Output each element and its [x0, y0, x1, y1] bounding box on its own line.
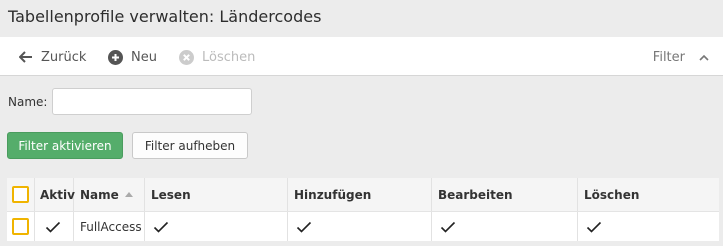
name-filter-input[interactable] — [52, 88, 252, 115]
toolbar: Zurück Neu Löschen Filter — [0, 37, 723, 76]
chevron-up-icon — [699, 54, 709, 61]
filter-toggle[interactable]: Filter — [653, 48, 709, 66]
apply-filter-button[interactable]: Filter aktivieren — [7, 132, 123, 159]
hinzufuegen-cell — [288, 212, 432, 241]
filter-toggle-label: Filter — [652, 49, 685, 65]
new-button-label: Neu — [131, 49, 157, 65]
arrow-left-icon — [19, 51, 32, 63]
name-cell: FullAccess — [74, 212, 145, 241]
select-all-checkbox[interactable] — [12, 186, 29, 203]
header-loeschen[interactable]: Löschen — [578, 178, 719, 211]
new-button[interactable]: Neu — [108, 48, 157, 66]
header-name[interactable]: Name — [74, 178, 145, 211]
select-all-cell — [7, 178, 35, 211]
row-select-cell — [7, 212, 35, 241]
table-header-row: Aktiv Name Lesen Hinzufügen Bearbeiten L… — [7, 178, 719, 212]
row-select-checkbox[interactable] — [12, 218, 29, 235]
name-filter-label: Name: — [8, 95, 48, 109]
table-row[interactable]: FullAccess — [7, 212, 719, 241]
header-hinzufuegen[interactable]: Hinzufügen — [288, 178, 432, 211]
back-button-label: Zurück — [41, 49, 87, 65]
aktiv-cell — [35, 212, 74, 241]
header-bearbeiten[interactable]: Bearbeiten — [432, 178, 578, 211]
bearbeiten-cell — [432, 212, 578, 241]
delete-button[interactable]: Löschen — [179, 48, 255, 66]
profiles-table: Aktiv Name Lesen Hinzufügen Bearbeiten L… — [7, 178, 719, 241]
header-aktiv[interactable]: Aktiv — [35, 178, 75, 211]
back-button[interactable]: Zurück — [19, 48, 86, 66]
check-icon — [153, 221, 169, 233]
clear-filter-button[interactable]: Filter aufheben — [132, 132, 248, 159]
page-title: Tabellenprofile verwalten: Ländercodes — [8, 7, 322, 26]
check-icon — [296, 221, 312, 233]
check-icon — [586, 221, 602, 233]
check-icon — [440, 221, 456, 233]
delete-button-label: Löschen — [202, 49, 256, 65]
check-icon — [45, 221, 61, 233]
loeschen-cell — [578, 212, 719, 241]
sort-ascending-icon — [124, 192, 133, 197]
header-lesen[interactable]: Lesen — [145, 178, 288, 211]
close-circle-icon — [179, 49, 194, 65]
plus-circle-icon — [108, 49, 123, 65]
header-name-label: Name — [80, 187, 119, 202]
lesen-cell — [145, 212, 288, 241]
